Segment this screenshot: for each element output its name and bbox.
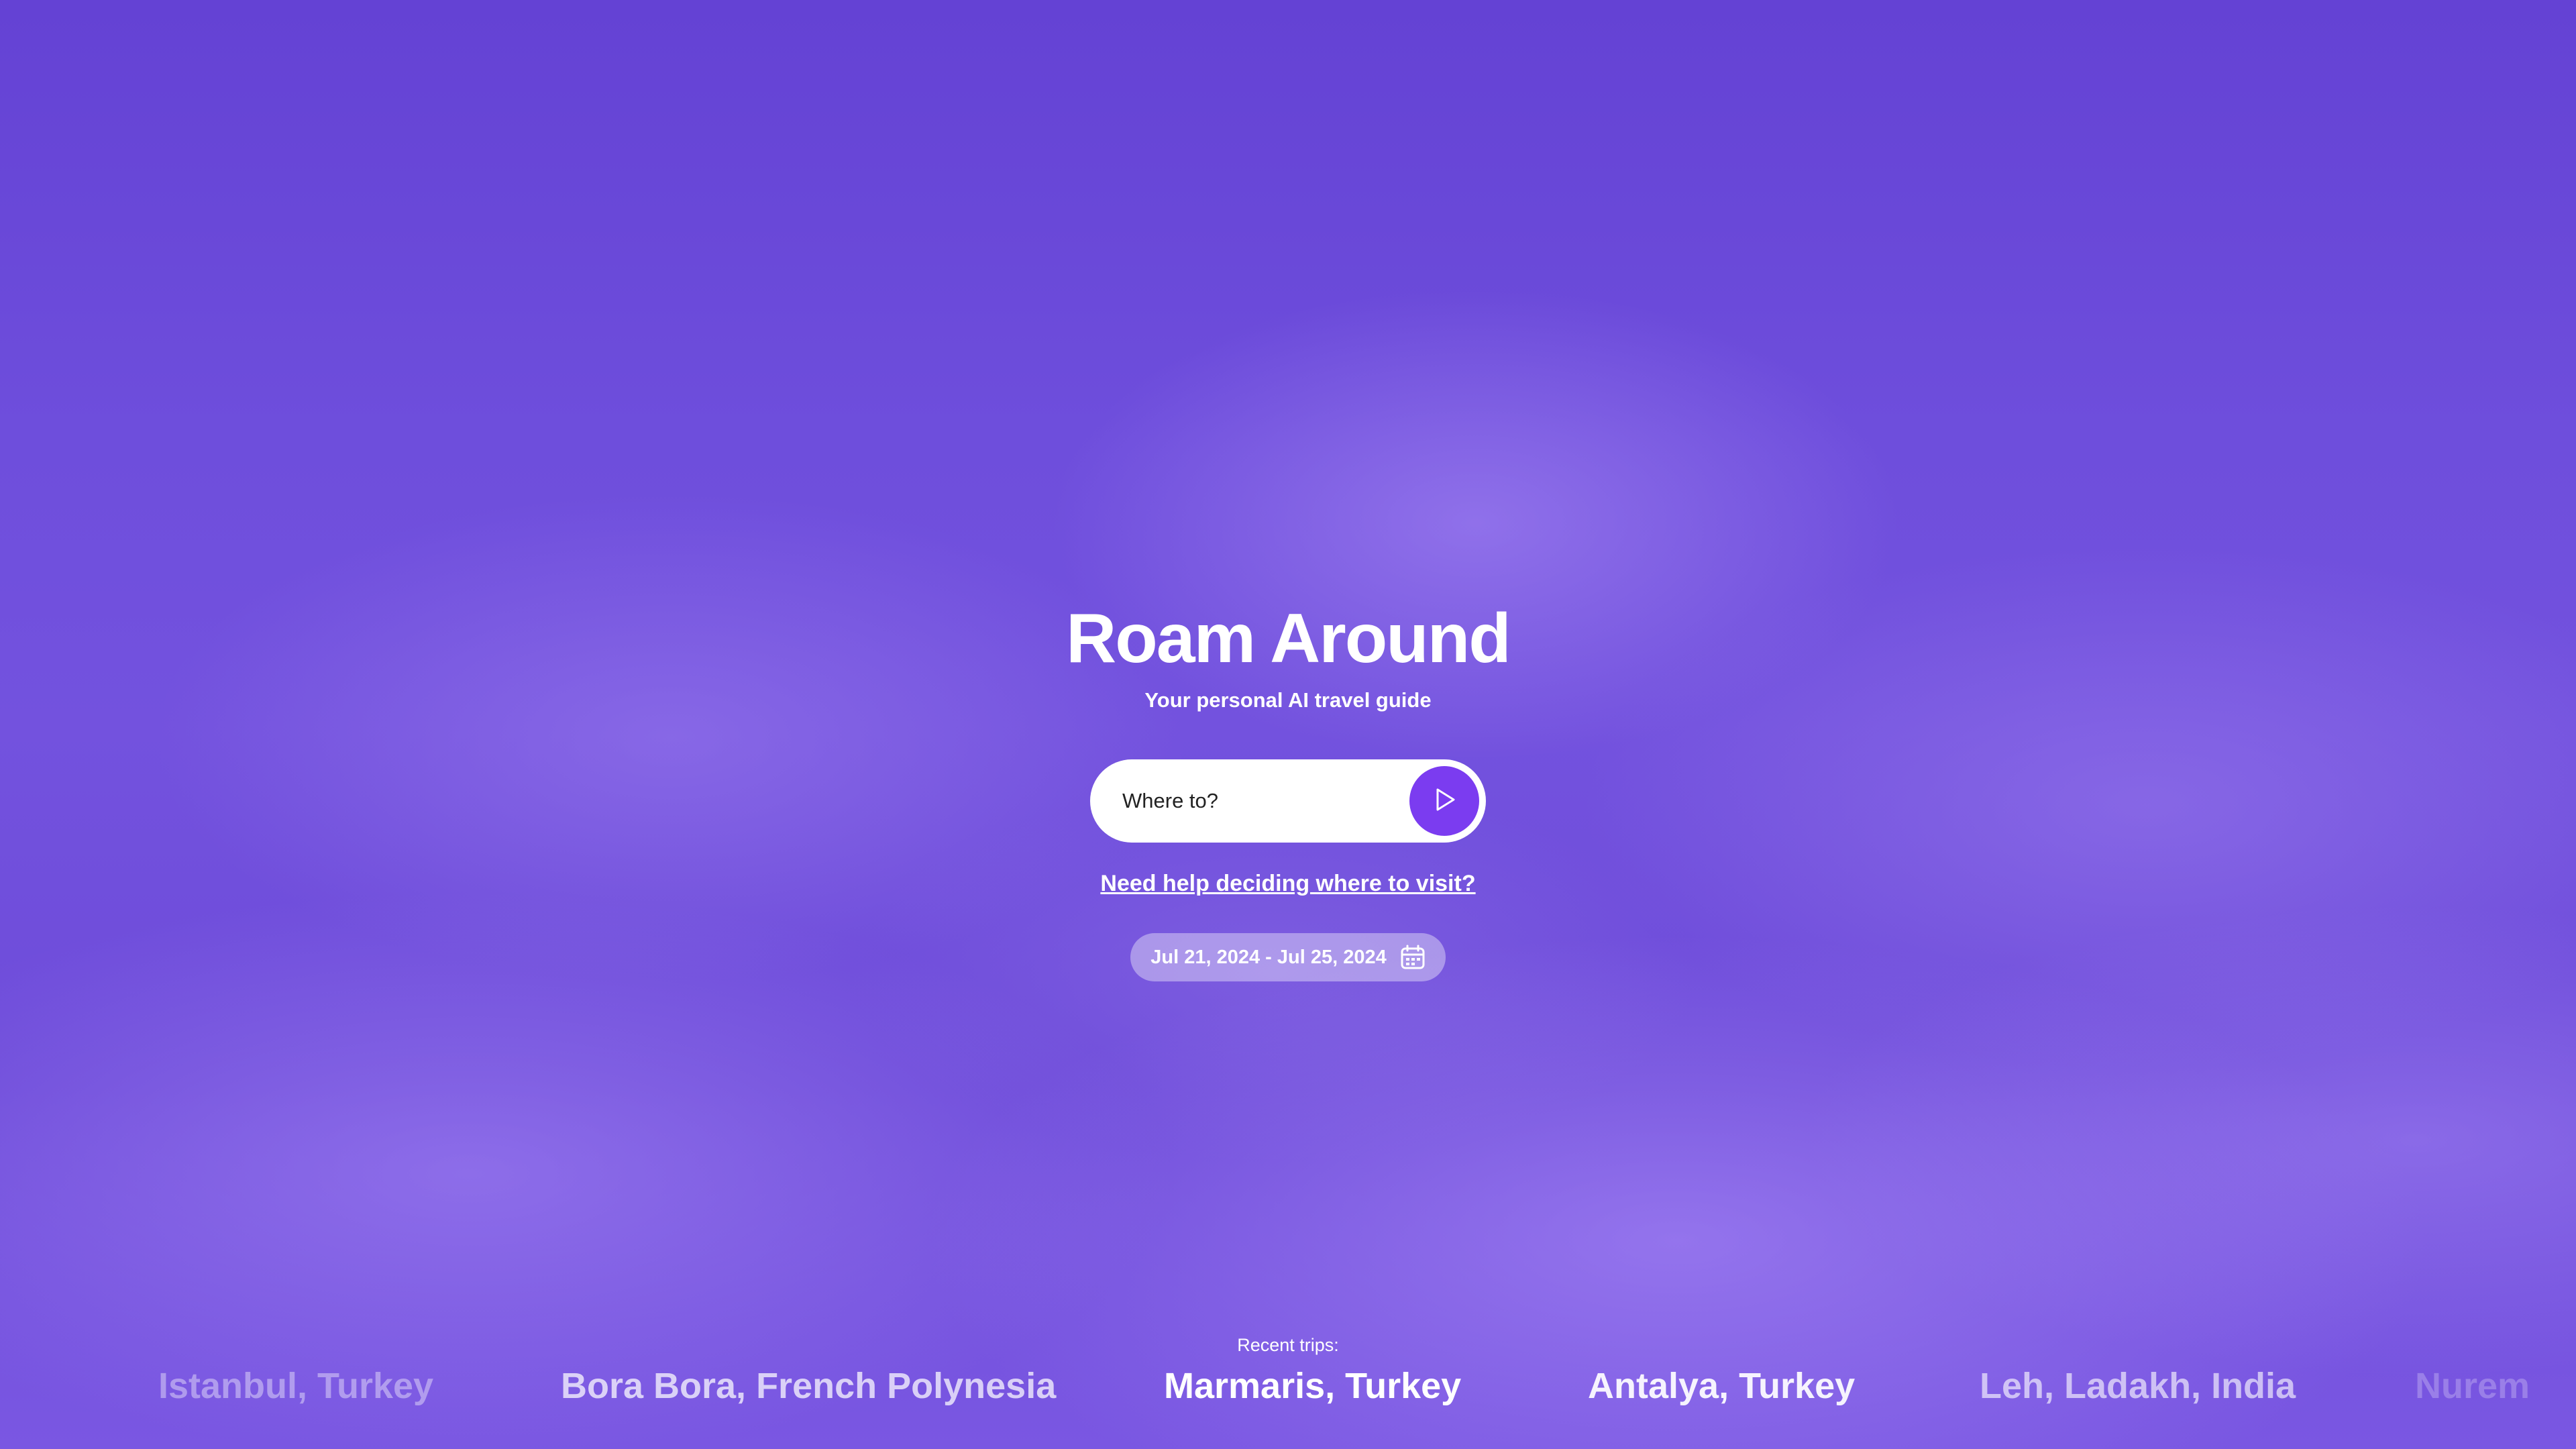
app-title: Roam Around [1066, 600, 1511, 678]
calendar-icon [1399, 943, 1427, 971]
recent-trip-item[interactable]: Leh, Ladakh, India [1980, 1365, 2296, 1407]
recent-trip-item[interactable]: Marmaris, Turkey [1164, 1365, 1461, 1407]
help-deciding-link[interactable]: Need help deciding where to visit? [1100, 871, 1475, 897]
submit-button[interactable] [1409, 766, 1479, 836]
date-range-label: Jul 21, 2024 - Jul 25, 2024 [1150, 946, 1387, 968]
recent-trip-item[interactable]: Antalya, Turkey [1588, 1365, 1855, 1407]
app-subtitle: Your personal AI travel guide [1144, 688, 1432, 712]
recent-trip-item[interactable]: Nurem [2415, 1365, 2530, 1407]
recent-trip-item[interactable]: Bora Bora, French Polynesia [561, 1365, 1056, 1407]
play-arrow-icon [1431, 786, 1458, 816]
recent-trip-item[interactable]: Istanbul, Turkey [158, 1365, 433, 1407]
hero: Roam Around Your personal AI travel guid… [0, 604, 2576, 981]
date-range-picker[interactable]: Jul 21, 2024 - Jul 25, 2024 [1130, 933, 1446, 981]
destination-input[interactable] [1121, 780, 1392, 822]
recent-trips-label: Recent trips: [1237, 1335, 1339, 1355]
recent-trips-carousel: Istanbul, Turkey Bora Bora, French Polyn… [0, 1365, 2576, 1419]
destination-search [1090, 759, 1486, 843]
